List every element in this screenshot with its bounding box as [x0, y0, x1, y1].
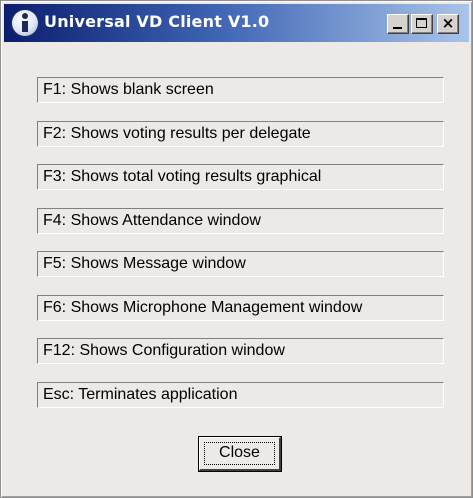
shortcut-f2: F2: Shows voting results per delegate — [37, 120, 444, 147]
window-title: Universal VD Client V1.0 — [44, 12, 270, 31]
shortcut-esc: Esc: Terminates application — [37, 381, 444, 408]
maximize-button[interactable] — [411, 14, 433, 34]
close-window-button[interactable]: × — [437, 14, 459, 34]
shortcut-label: F3: Shows total voting results graphical — [43, 168, 322, 185]
minimize-button[interactable] — [387, 14, 409, 34]
shortcut-f4: F4: Shows Attendance window — [37, 207, 444, 234]
shortcut-label: F5: Shows Message window — [43, 255, 246, 272]
shortcut-label: F6: Shows Microphone Management window — [43, 298, 363, 316]
info-icon[interactable] — [12, 10, 38, 36]
maximize-icon — [416, 18, 427, 28]
shortcut-list: F1: Shows blank screen F2: Shows voting … — [37, 77, 444, 425]
shortcut-f1: F1: Shows blank screen — [37, 77, 444, 103]
dialog-window: Universal VD Client V1.0 × F1: Shows bla… — [0, 0, 473, 498]
close-button[interactable]: Close — [198, 436, 282, 472]
shortcut-label: F4: Shows Attendance window — [43, 211, 261, 229]
minimize-icon — [393, 27, 402, 29]
shortcut-label: F12: Shows Configuration window — [43, 342, 285, 359]
shortcut-label: Esc: Terminates application — [43, 385, 238, 403]
shortcut-f3: F3: Shows total voting results graphical — [37, 164, 444, 190]
shortcut-f5: F5: Shows Message window — [37, 251, 444, 277]
shortcut-f6: F6: Shows Microphone Management window — [37, 294, 444, 321]
close-icon: × — [441, 14, 455, 32]
shortcut-label: F1: Shows blank screen — [43, 81, 214, 98]
shortcut-label: F2: Shows voting results per delegate — [43, 124, 311, 142]
title-bar[interactable]: Universal VD Client V1.0 × — [4, 4, 469, 42]
shortcut-f12: F12: Shows Configuration window — [37, 338, 444, 364]
close-button-label: Close — [219, 444, 260, 461]
